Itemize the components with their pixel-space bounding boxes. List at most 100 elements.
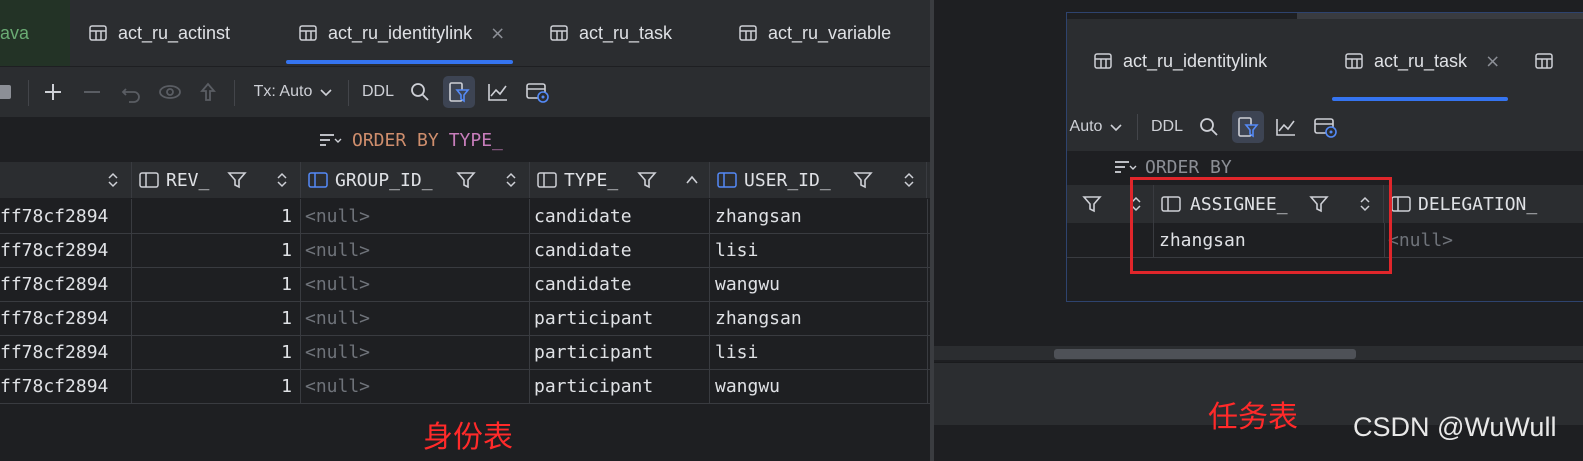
cell-rev[interactable]: 1: [132, 335, 301, 369]
chart-icon[interactable]: [484, 67, 512, 117]
close-icon[interactable]: ×: [490, 23, 505, 44]
tab-act-ru-task[interactable]: act_ru_task: [549, 0, 672, 66]
table-row[interactable]: ff78cf2894 1 <null> candidate wangwu: [0, 267, 930, 302]
cell-rev[interactable]: 1: [132, 233, 301, 267]
grid-header: REV_ GROUP_ID_ TYPE_ USER_ID_: [0, 162, 930, 198]
task-panel-area: act_ru_identitylink act_ru_task × Auto D…: [934, 0, 1583, 461]
identitylink-panel: ava act_ru_actinst act_ru_identitylink ×…: [0, 0, 930, 461]
cell-rev[interactable]: 1: [132, 267, 301, 301]
sort-arrows-icon[interactable]: [902, 162, 916, 198]
table-row[interactable]: ff78cf2894 1 <null> participant lisi: [0, 335, 930, 370]
cell-group-id[interactable]: <null>: [301, 335, 530, 369]
assignee-highlight-box: [1130, 177, 1392, 274]
cell-user-id[interactable]: wangwu: [710, 267, 928, 301]
cell-type[interactable]: candidate: [530, 233, 710, 267]
cell-type[interactable]: candidate: [530, 199, 710, 233]
cell-rev[interactable]: 1: [132, 199, 301, 233]
table-icon: [89, 25, 107, 41]
column-header-rev[interactable]: REV_: [132, 162, 301, 198]
cell-type[interactable]: participant: [530, 335, 710, 369]
cell-delegation[interactable]: <null>: [1384, 223, 1583, 257]
column-header-type[interactable]: TYPE_: [530, 162, 710, 198]
tab-act-ru-identitylink[interactable]: act_ru_identitylink ×: [285, 0, 514, 66]
filter-icon[interactable]: [1232, 111, 1264, 143]
column-icon: [138, 162, 160, 198]
cell-group-id[interactable]: <null>: [301, 267, 530, 301]
cell-id[interactable]: ff78cf2894: [0, 335, 132, 369]
cell-group-id[interactable]: <null>: [301, 199, 530, 233]
table-row[interactable]: ff78cf2894 1 <null> participant zhangsan: [0, 301, 930, 336]
chart-icon[interactable]: [1272, 103, 1300, 151]
cell-id[interactable]: ff78cf2894: [0, 369, 132, 403]
table-toolbar: Tx: Auto DDL: [0, 67, 930, 117]
tab-act-ru-identitylink[interactable]: act_ru_identitylink: [1093, 19, 1267, 103]
funnel-icon[interactable]: [226, 162, 248, 198]
cell-rev[interactable]: 1: [132, 301, 301, 335]
close-icon[interactable]: ×: [1485, 51, 1500, 72]
column-header-id[interactable]: [0, 162, 132, 198]
cell-group-id[interactable]: <null>: [301, 233, 530, 267]
funnel-icon[interactable]: [852, 162, 874, 198]
order-by-bar[interactable]: ORDER BY TYPE_: [0, 118, 930, 162]
ddl-button[interactable]: DDL: [358, 67, 398, 117]
sort-arrows-icon[interactable]: [504, 162, 518, 198]
cell-user-id[interactable]: lisi: [710, 233, 928, 267]
cell-type[interactable]: participant: [530, 301, 710, 335]
remove-icon[interactable]: [79, 67, 105, 117]
cell-user-id[interactable]: lisi: [710, 335, 928, 369]
funnel-icon[interactable]: [1081, 185, 1103, 223]
data-source-icon[interactable]: [522, 67, 552, 117]
sort-icon: [320, 134, 342, 146]
table-icon: [299, 25, 317, 41]
cell-user-id[interactable]: zhangsan: [710, 199, 928, 233]
funnel-icon[interactable]: [455, 162, 477, 198]
data-source-icon[interactable]: [1310, 103, 1340, 151]
cell-user-id[interactable]: wangwu: [710, 369, 928, 403]
table-icon: [550, 25, 568, 41]
cell-type[interactable]: participant: [530, 369, 710, 403]
cell-type[interactable]: candidate: [530, 267, 710, 301]
cell-id[interactable]: ff78cf2894: [0, 267, 132, 301]
sort-arrows-icon[interactable]: [275, 162, 289, 198]
tx-mode-dropdown[interactable]: Auto: [1065, 103, 1129, 151]
add-icon[interactable]: [40, 67, 66, 117]
revert-icon[interactable]: [118, 67, 144, 117]
view-icon[interactable]: [156, 67, 184, 117]
cell-group-id[interactable]: <null>: [301, 369, 530, 403]
sort-asc-icon[interactable]: [685, 162, 699, 198]
toolbar-separator: [1137, 114, 1138, 140]
tab-java-fragment[interactable]: ava: [0, 0, 70, 66]
cell-user-id[interactable]: zhangsan: [710, 301, 928, 335]
column-header-group-id[interactable]: GROUP_ID_: [301, 162, 530, 198]
tab-act-ru-actinst[interactable]: act_ru_actinst: [88, 0, 230, 66]
tab-partial[interactable]: [1534, 19, 1554, 103]
cell-id[interactable]: ff78cf2894: [0, 301, 132, 335]
submit-icon[interactable]: [196, 67, 220, 117]
column-header-delegation[interactable]: DELEGATION_: [1384, 185, 1583, 223]
column-header-user-id[interactable]: USER_ID_: [710, 162, 927, 198]
tab-act-ru-task[interactable]: act_ru_task ×: [1331, 19, 1509, 103]
table-row[interactable]: ff78cf2894 1 <null> candidate zhangsan: [0, 199, 930, 234]
column-icon: [307, 162, 329, 198]
funnel-icon[interactable]: [636, 162, 658, 198]
cell-id[interactable]: ff78cf2894: [0, 233, 132, 267]
table-row[interactable]: ff78cf2894 1 <null> candidate lisi: [0, 233, 930, 268]
chevron-down-icon: [1110, 124, 1123, 132]
sort-icon: [1115, 161, 1137, 173]
cell-id[interactable]: ff78cf2894: [0, 199, 132, 233]
tx-mode-dropdown[interactable]: Tx: Auto: [248, 67, 340, 117]
stop-icon[interactable]: [0, 67, 14, 117]
sort-arrows-icon[interactable]: [106, 162, 120, 198]
table-toolbar: Auto DDL: [1067, 103, 1583, 151]
search-icon[interactable]: [1195, 103, 1223, 151]
tab-act-ru-variable[interactable]: act_ru_variable: [738, 0, 891, 66]
cell-rev[interactable]: 1: [132, 369, 301, 403]
table-icon: [1094, 53, 1112, 69]
filter-icon[interactable]: [443, 76, 475, 108]
column-icon: [536, 162, 558, 198]
table-row[interactable]: ff78cf2894 1 <null> participant wangwu: [0, 369, 930, 404]
cell-group-id[interactable]: <null>: [301, 301, 530, 335]
search-icon[interactable]: [406, 67, 434, 117]
ddl-button[interactable]: DDL: [1147, 103, 1187, 151]
horizontal-scrollbar-thumb[interactable]: [1054, 349, 1356, 359]
